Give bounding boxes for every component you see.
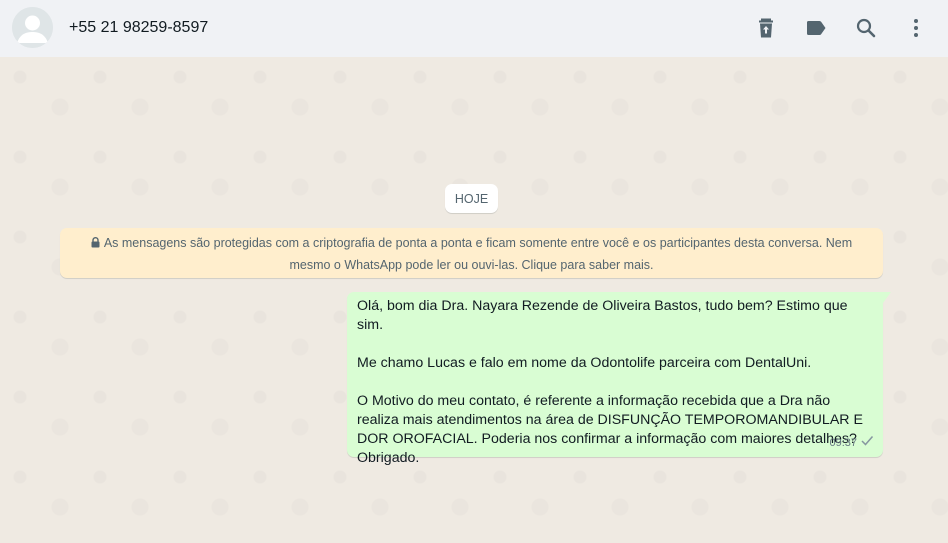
message-paragraph: Me chamo Lucas e falo em nome da Odontol… [357, 355, 812, 371]
sent-check-icon [860, 434, 874, 453]
lock-icon [91, 234, 100, 255]
message-time: 09:37 [829, 437, 857, 449]
default-avatar-icon [12, 7, 53, 48]
delete-icon[interactable] [754, 16, 778, 40]
message-meta: 09:37 [829, 434, 874, 453]
label-icon[interactable] [804, 16, 828, 40]
encryption-notice-text: As mensagens são protegidas com a cripto… [103, 236, 853, 272]
encryption-notice[interactable]: As mensagens são protegidas com a cripto… [60, 228, 883, 278]
chat-header: +55 21 98259-8597 [0, 0, 948, 57]
outgoing-message[interactable]: Olá, bom dia Dra. Nayara Rezende de Oliv… [347, 292, 891, 466]
contact-name[interactable]: +55 21 98259-8597 [69, 19, 208, 37]
message-paragraph: O Motivo do meu contato, é referente a i… [357, 393, 863, 466]
menu-icon[interactable] [904, 16, 928, 40]
bubble-tail-icon [883, 292, 891, 303]
date-chip: HOJE [445, 184, 498, 213]
contact-avatar[interactable] [12, 7, 53, 48]
message-paragraph: Olá, bom dia Dra. Nayara Rezende de Oliv… [357, 298, 848, 333]
search-icon[interactable] [854, 16, 878, 40]
